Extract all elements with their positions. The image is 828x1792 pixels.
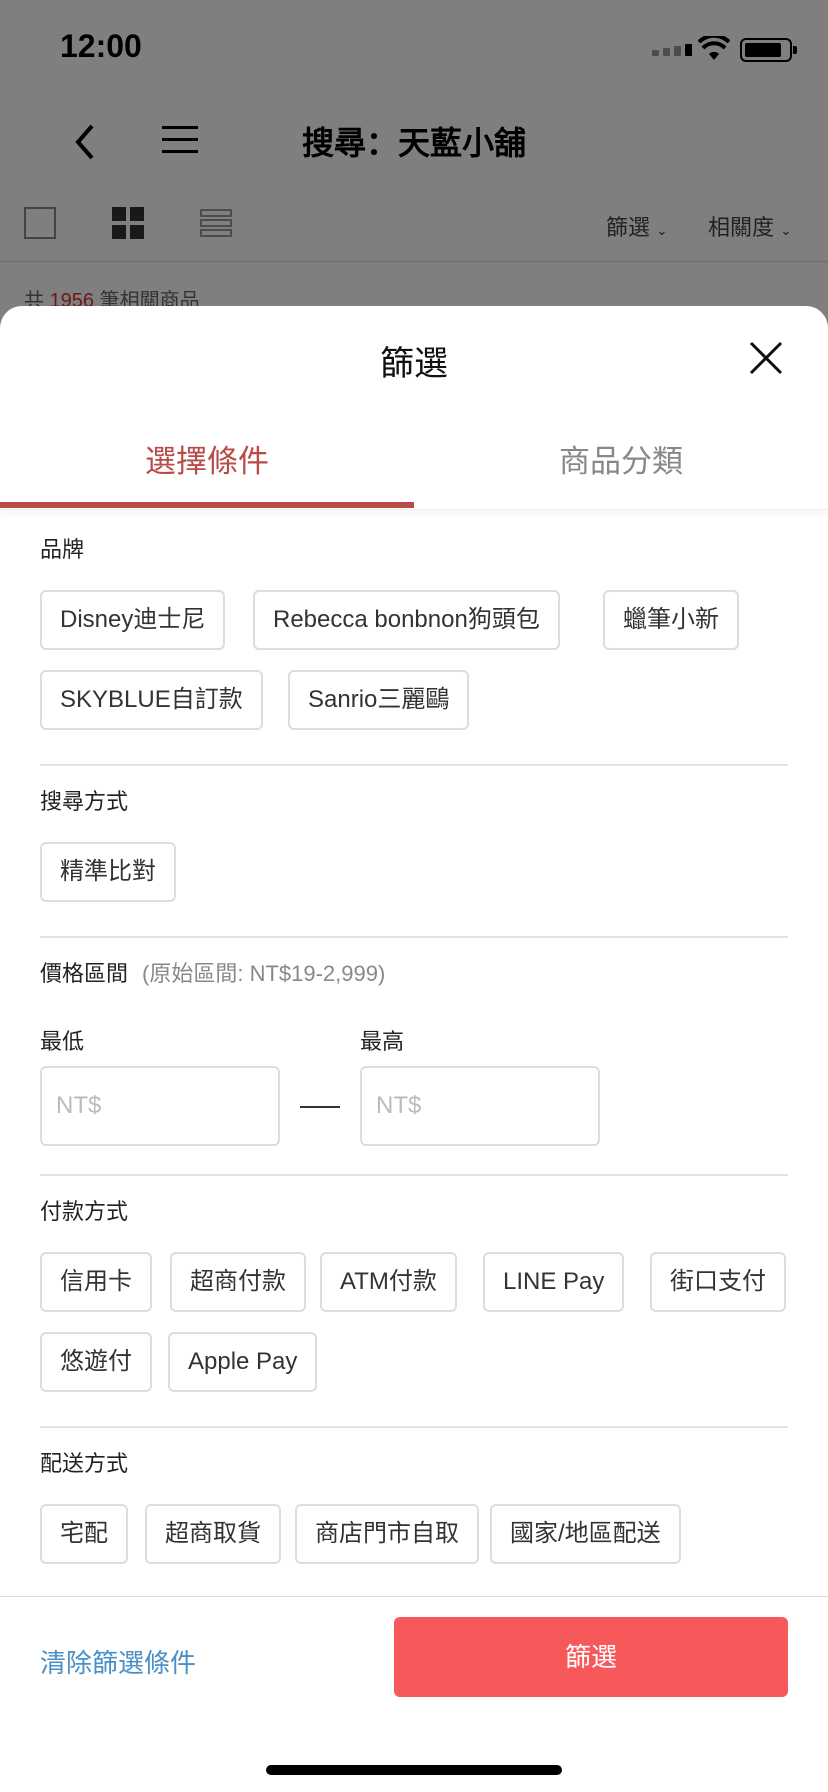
divider <box>40 936 788 938</box>
price-range-note: (原始區間: NT$19-2,999) <box>142 961 386 986</box>
min-price-label: 最低 <box>40 1029 85 1054</box>
payment-chip-easy-wallet[interactable]: 悠遊付 <box>40 1332 152 1392</box>
filter-tabs: 選擇條件 商品分類 <box>0 406 828 510</box>
shipping-chip-shop-self-pickup[interactable]: 商店門市自取 <box>295 1504 479 1564</box>
brand-chip-sanrio[interactable]: Sanrio三麗鷗 <box>288 670 470 730</box>
payment-chip-atm[interactable]: ATM付款 <box>320 1252 457 1312</box>
apply-filter-button[interactable]: 篩選 <box>394 1617 788 1697</box>
tab-category[interactable]: 商品分類 <box>414 436 828 481</box>
brand-chip-crayon-shinchan[interactable]: 蠟筆小新 <box>603 590 739 650</box>
payment-chip-line-pay[interactable]: LINE Pay <box>483 1252 625 1312</box>
tab-conditions[interactable]: 選擇條件 <box>0 436 414 481</box>
shipping-chip-home-delivery[interactable]: 宅配 <box>40 1504 128 1564</box>
payment-chip-convenience-store[interactable]: 超商付款 <box>170 1252 306 1312</box>
sheet-title: 篩選 <box>380 345 448 383</box>
filter-sheet: 篩選 選擇條件 商品分類 品牌 Disney迪士尼 Rebecca bonbno… <box>0 306 828 1792</box>
close-icon[interactable] <box>748 340 784 376</box>
max-price-input[interactable]: NT$ <box>360 1066 600 1146</box>
divider <box>40 1174 788 1176</box>
price-range-dash <box>300 1106 340 1108</box>
max-price-label: 最高 <box>360 1029 405 1054</box>
payment-section: 付款方式 <box>40 1194 788 1226</box>
sheet-footer: 清除篩選條件 篩選 <box>0 1596 828 1792</box>
section-title: 搜尋方式 <box>40 789 129 814</box>
section-title: 品牌 <box>40 537 85 562</box>
shipping-chip-store-pickup[interactable]: 超商取貨 <box>145 1504 281 1564</box>
divider <box>40 764 788 766</box>
brand-section: 品牌 <box>40 532 788 564</box>
section-title: 價格區間 <box>40 961 129 986</box>
search-method-chip-exact[interactable]: 精準比對 <box>40 842 176 902</box>
active-tab-indicator <box>0 502 414 508</box>
payment-chip-credit-card[interactable]: 信用卡 <box>40 1252 152 1312</box>
payment-chip-apple-pay[interactable]: Apple Pay <box>168 1332 318 1392</box>
clear-filters-link[interactable]: 清除篩選條件 <box>40 1643 196 1680</box>
min-price-input[interactable]: NT$ <box>40 1066 280 1146</box>
home-indicator <box>266 1765 562 1775</box>
section-title: 付款方式 <box>40 1199 129 1224</box>
payment-chip-jkopay[interactable]: 街口支付 <box>650 1252 786 1312</box>
brand-chip-rebecca[interactable]: Rebecca bonbnon狗頭包 <box>253 590 560 650</box>
search-method-section: 搜尋方式 <box>40 784 788 816</box>
shipping-chip-country-region[interactable]: 國家/地區配送 <box>490 1504 681 1564</box>
divider <box>40 1426 788 1428</box>
brand-chip-skyblue[interactable]: SKYBLUE自訂款 <box>40 670 263 730</box>
brand-chip-disney[interactable]: Disney迪士尼 <box>40 590 226 650</box>
price-range-section: 價格區間 (原始區間: NT$19-2,999) <box>40 956 788 988</box>
section-title: 配送方式 <box>40 1451 129 1476</box>
shipping-section: 配送方式 <box>40 1446 788 1478</box>
